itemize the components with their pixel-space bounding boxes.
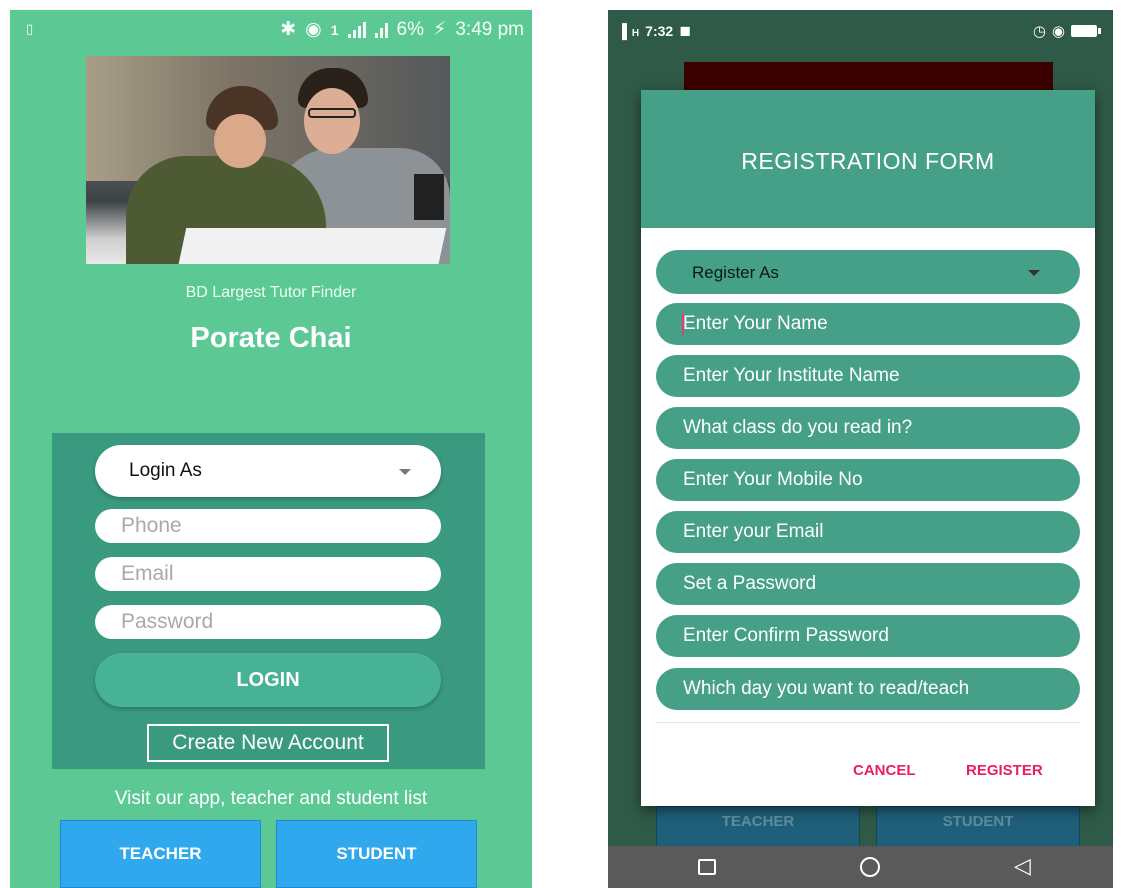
confirm-password-field[interactable]: Enter Confirm Password	[656, 615, 1080, 657]
signal-icon	[347, 21, 366, 38]
status-bar: ▯ ✱ ◉ 1 6% ⚡ 3:49 pm	[10, 10, 532, 50]
notification-icon: ◼	[679, 22, 691, 38]
cancel-button[interactable]: CANCEL	[853, 762, 916, 779]
signal-icon: ▌H	[622, 22, 640, 39]
wifi-icon: ◉	[305, 19, 322, 40]
schedule-field[interactable]: Which day you want to read/teach	[656, 668, 1080, 710]
institute-field[interactable]: Enter Your Institute Name	[656, 355, 1080, 397]
navigation-bar: ◁	[608, 846, 1113, 888]
hero-image	[86, 56, 450, 264]
app-title: Porate Chai	[190, 322, 352, 354]
login-as-select[interactable]: Login As	[95, 445, 441, 497]
battery-percent: 6%	[396, 18, 424, 40]
status-time: 3:49 pm	[455, 18, 524, 40]
chevron-down-icon	[399, 469, 411, 475]
recent-apps-icon[interactable]	[698, 859, 716, 875]
register-as-select[interactable]: Register As	[656, 250, 1080, 294]
battery-icon	[1071, 25, 1101, 37]
student-button[interactable]: STUDENT	[276, 820, 477, 888]
sim-icon: 1	[330, 21, 339, 38]
create-account-link[interactable]: Create New Account	[147, 724, 389, 762]
registration-screen: ▌H 7:32 ◼ ◷ ◉ TEACHER STUDENT REGISTRATI…	[608, 10, 1113, 888]
login-as-label: Login As	[129, 460, 202, 481]
dialog-title: REGISTRATION FORM	[741, 148, 995, 174]
email-input[interactable]	[95, 557, 441, 591]
student-button-behind: STUDENT	[876, 806, 1080, 850]
mobile-field[interactable]: Enter Your Mobile No	[656, 459, 1080, 501]
teacher-button[interactable]: TEACHER	[60, 820, 261, 888]
divider	[656, 722, 1080, 723]
register-as-label: Register As	[692, 263, 779, 282]
tagline: BD Largest Tutor Finder	[185, 284, 357, 301]
login-card: Login As LOGIN Create New Account	[52, 433, 485, 769]
registration-dialog: REGISTRATION FORM Register As Enter Your…	[641, 90, 1095, 806]
notification-icon: ▯	[26, 21, 34, 36]
class-field[interactable]: What class do you read in?	[656, 407, 1080, 449]
register-button[interactable]: REGISTER	[966, 762, 1043, 779]
teacher-button-behind: TEACHER	[656, 806, 860, 850]
dialog-header: REGISTRATION FORM	[641, 90, 1095, 228]
login-button[interactable]: LOGIN	[95, 653, 441, 707]
chevron-down-icon	[1028, 270, 1040, 276]
home-icon[interactable]	[860, 857, 880, 877]
bluetooth-icon: ✱	[280, 19, 297, 40]
status-time: 7:32	[645, 22, 674, 39]
password-input[interactable]	[95, 605, 441, 639]
password-field[interactable]: Set a Password	[656, 563, 1080, 605]
email-field[interactable]: Enter your Email	[656, 511, 1080, 553]
back-icon[interactable]: ◁	[1014, 854, 1031, 878]
alarm-icon: ◷	[1032, 23, 1046, 40]
login-screen: ▯ ✱ ◉ 1 6% ⚡ 3:49 pm BD Largest Tutor Fi…	[10, 10, 532, 888]
name-field[interactable]: Enter Your Name	[656, 303, 1080, 345]
signal-icon	[374, 22, 388, 38]
status-bar: ▌H 7:32 ◼ ◷ ◉	[608, 10, 1113, 50]
charging-icon: ⚡	[433, 19, 447, 40]
wifi-icon: ◉	[1051, 23, 1065, 40]
visit-text: Visit our app, teacher and student list	[114, 788, 428, 809]
phone-input[interactable]	[95, 509, 441, 543]
